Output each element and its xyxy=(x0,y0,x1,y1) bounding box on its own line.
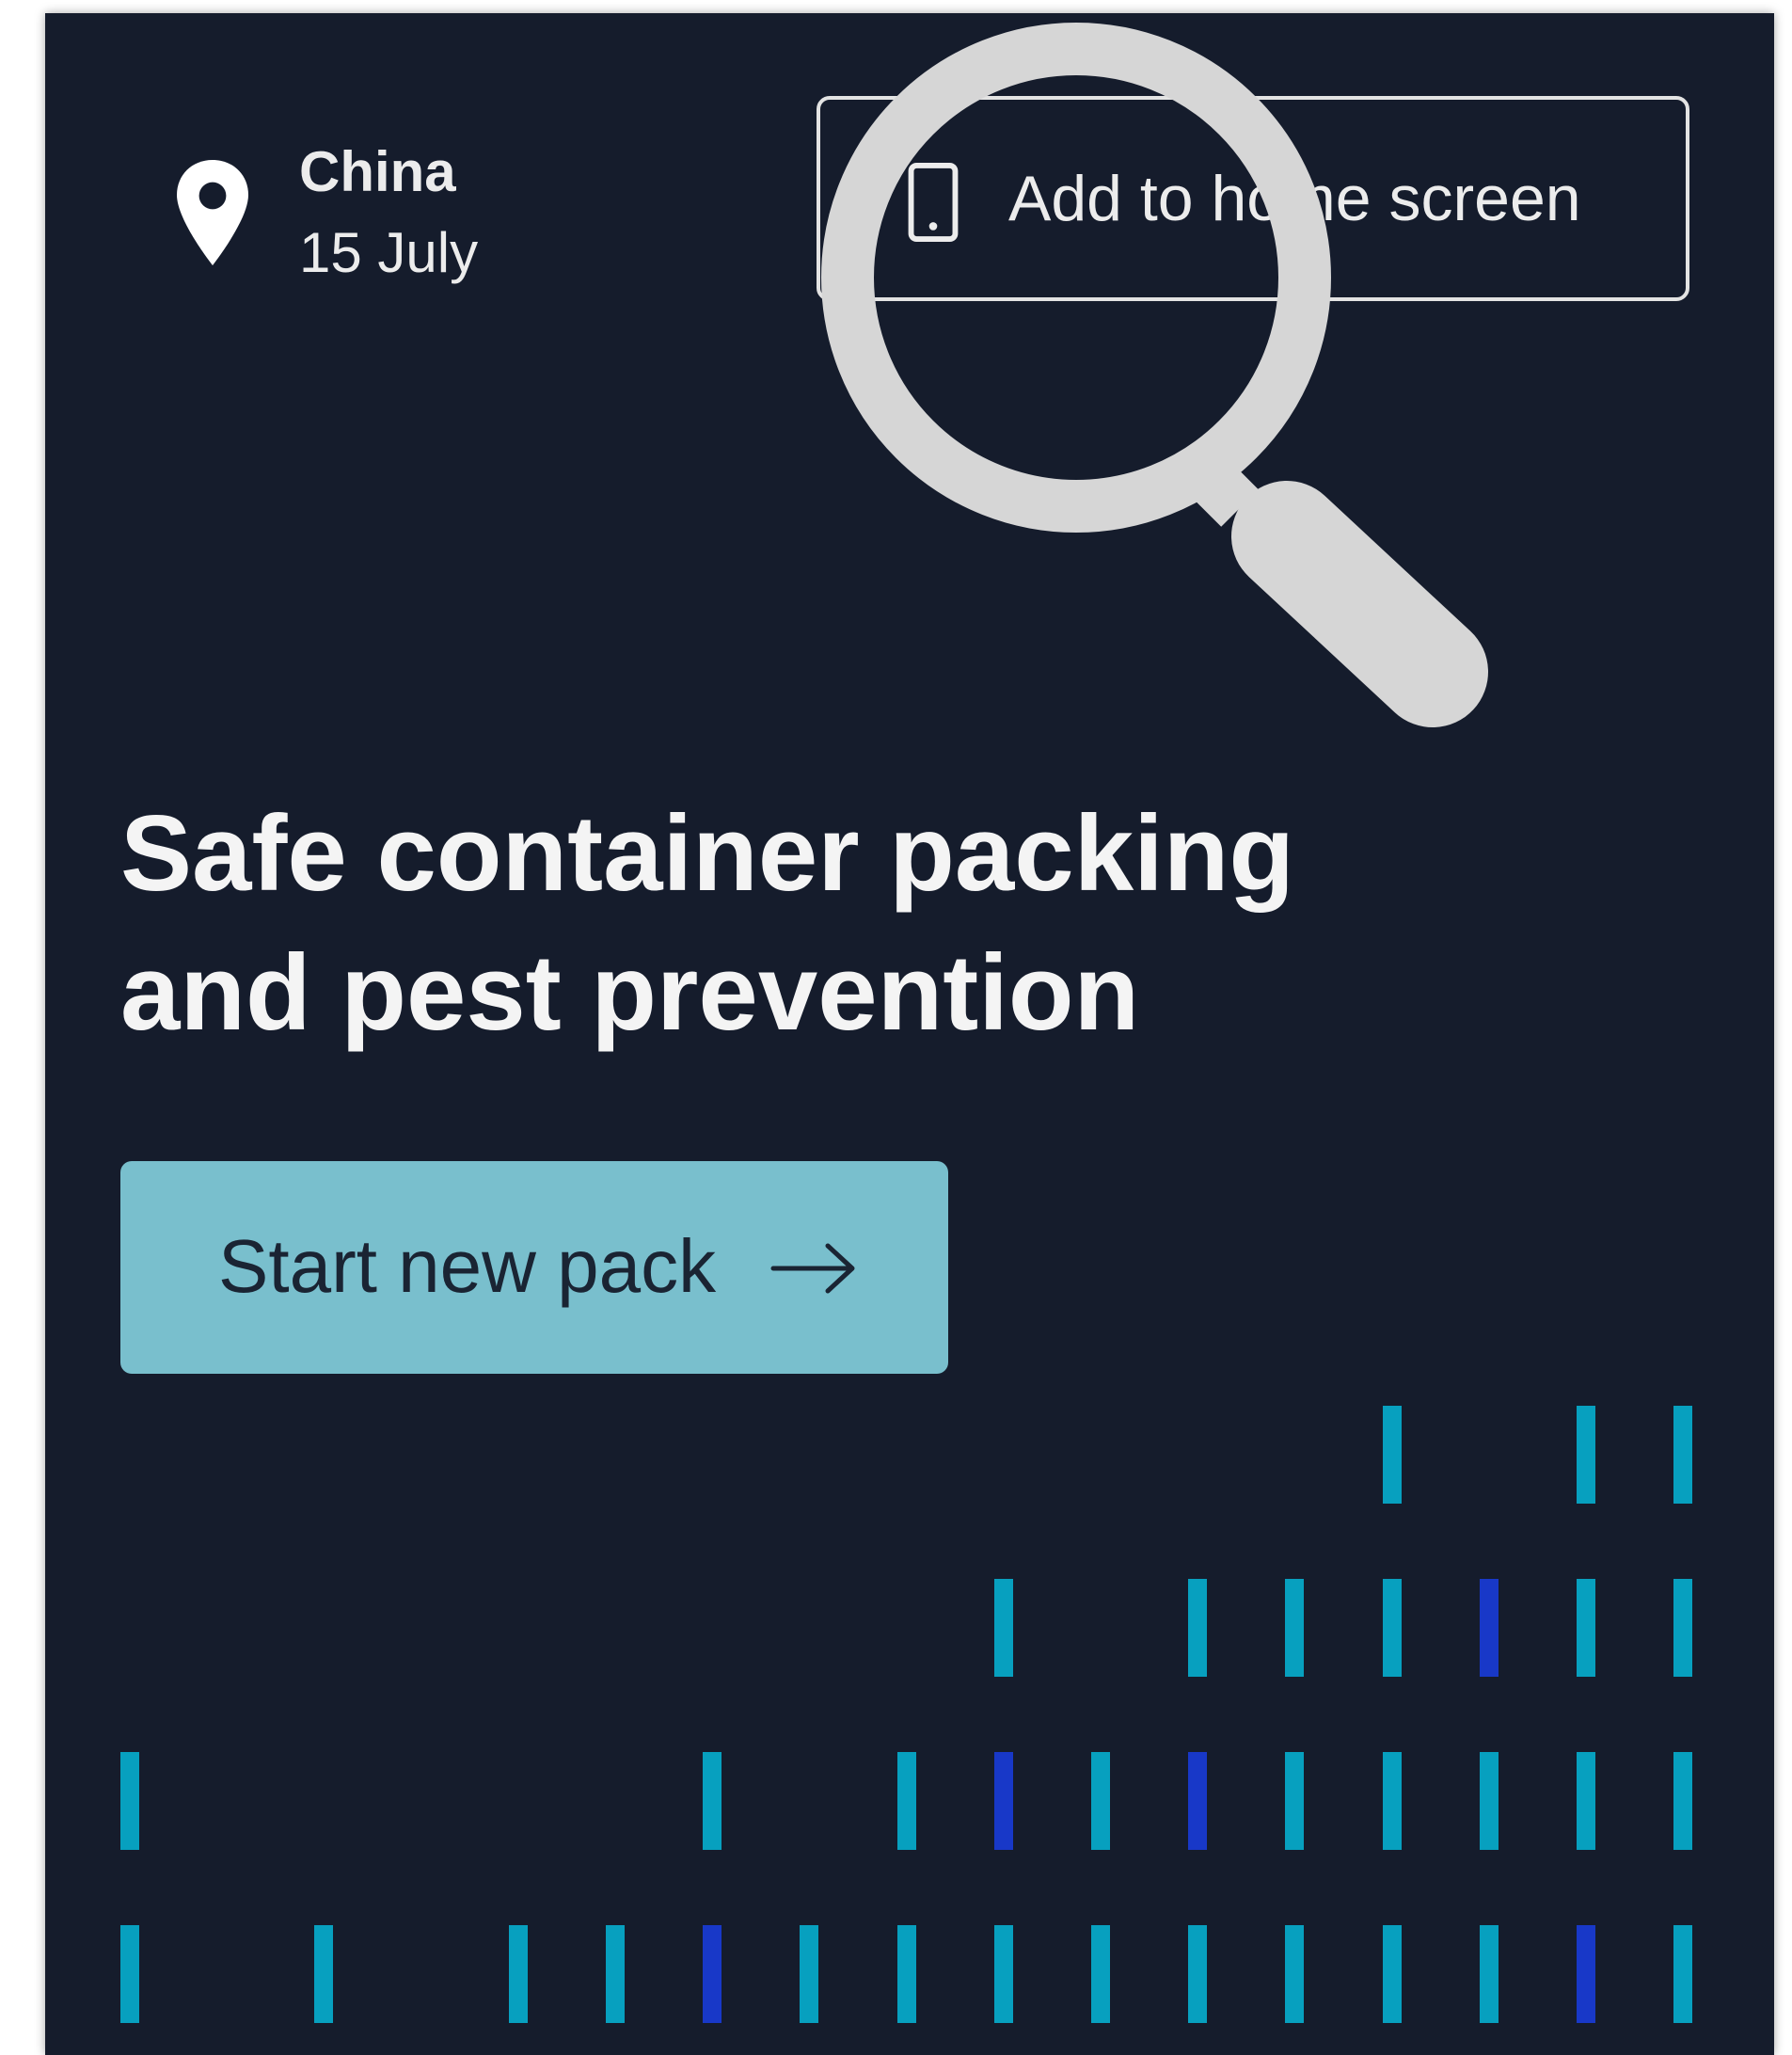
add-to-home-screen-button[interactable]: Add to home screen xyxy=(817,96,1689,301)
decorative-bar-cyan xyxy=(1673,1752,1693,1850)
page-title-line-1: Safe container packing xyxy=(120,794,1295,914)
decorative-bar-cyan xyxy=(800,1925,819,2023)
page-title: Safe container packing and pest preventi… xyxy=(120,785,1531,1063)
decorative-bar-cyan xyxy=(314,1925,334,2023)
decorative-bar-cyan xyxy=(1577,1406,1595,1504)
decorative-bar-cyan xyxy=(1479,1925,1499,2023)
decorative-bar-cyan xyxy=(896,1752,916,1850)
decorative-bar-cyan xyxy=(1673,1925,1693,2023)
start-new-pack-button[interactable]: Start new pack xyxy=(120,1161,948,1374)
page-title-line-2: and pest prevention xyxy=(120,933,1140,1053)
decorative-bar-cyan xyxy=(1188,1925,1208,2023)
decorative-bar-cyan xyxy=(1673,1579,1693,1677)
decorative-bar-cyan xyxy=(1285,1925,1305,2023)
decorative-bar-blue xyxy=(993,1752,1013,1850)
decorative-bar-cyan xyxy=(993,1925,1013,2023)
decorative-bar-cyan xyxy=(1382,1752,1402,1850)
decorative-bar-cyan xyxy=(993,1579,1013,1677)
decorative-bar-cyan xyxy=(606,1925,625,2023)
decorative-bar-cyan xyxy=(1091,1752,1110,1850)
decorative-bar-cyan xyxy=(703,1752,722,1850)
page-frame: China 15 July Add to home screen Safe co… xyxy=(0,0,1792,2055)
decorative-bar-cyan xyxy=(1673,1406,1693,1504)
decorative-bar-cyan xyxy=(1285,1752,1305,1850)
start-new-pack-label: Start new pack xyxy=(218,1224,717,1308)
decorative-bar-cyan xyxy=(1577,1579,1595,1677)
decorative-bar-cyan xyxy=(1382,1579,1402,1677)
decorative-bar-cyan xyxy=(1091,1925,1110,2023)
arrow-right-icon xyxy=(770,1243,855,1294)
decorative-bar-cyan xyxy=(1382,1925,1402,2023)
decorative-bar-cyan xyxy=(1188,1579,1208,1677)
location-country: China xyxy=(299,140,456,203)
decorative-bar-cyan xyxy=(1479,1752,1499,1850)
location-info: China 15 July xyxy=(167,126,638,314)
decorative-bar-cyan xyxy=(1577,1752,1595,1850)
decorative-bar-cyan xyxy=(508,1925,528,2023)
decorative-bar-blue xyxy=(703,1925,722,2023)
decorative-bar-cyan xyxy=(1382,1406,1402,1504)
decorative-bar-cyan xyxy=(120,1752,139,1850)
app-screen: China 15 July Add to home screen Safe co… xyxy=(45,13,1774,2055)
decorative-bar-blue xyxy=(1577,1925,1595,2023)
mobile-phone-icon xyxy=(908,162,959,243)
map-pin-icon xyxy=(177,160,248,265)
add-to-home-screen-label: Add to home screen xyxy=(1008,163,1581,234)
decorative-bar-blue xyxy=(1188,1752,1208,1850)
decorative-bar-cyan xyxy=(1285,1579,1305,1677)
decorative-bar-blue xyxy=(1479,1579,1499,1677)
location-date: 15 July xyxy=(299,221,479,284)
decorative-bar-cyan xyxy=(896,1925,916,2023)
decorative-bar-cyan xyxy=(120,1925,139,2023)
